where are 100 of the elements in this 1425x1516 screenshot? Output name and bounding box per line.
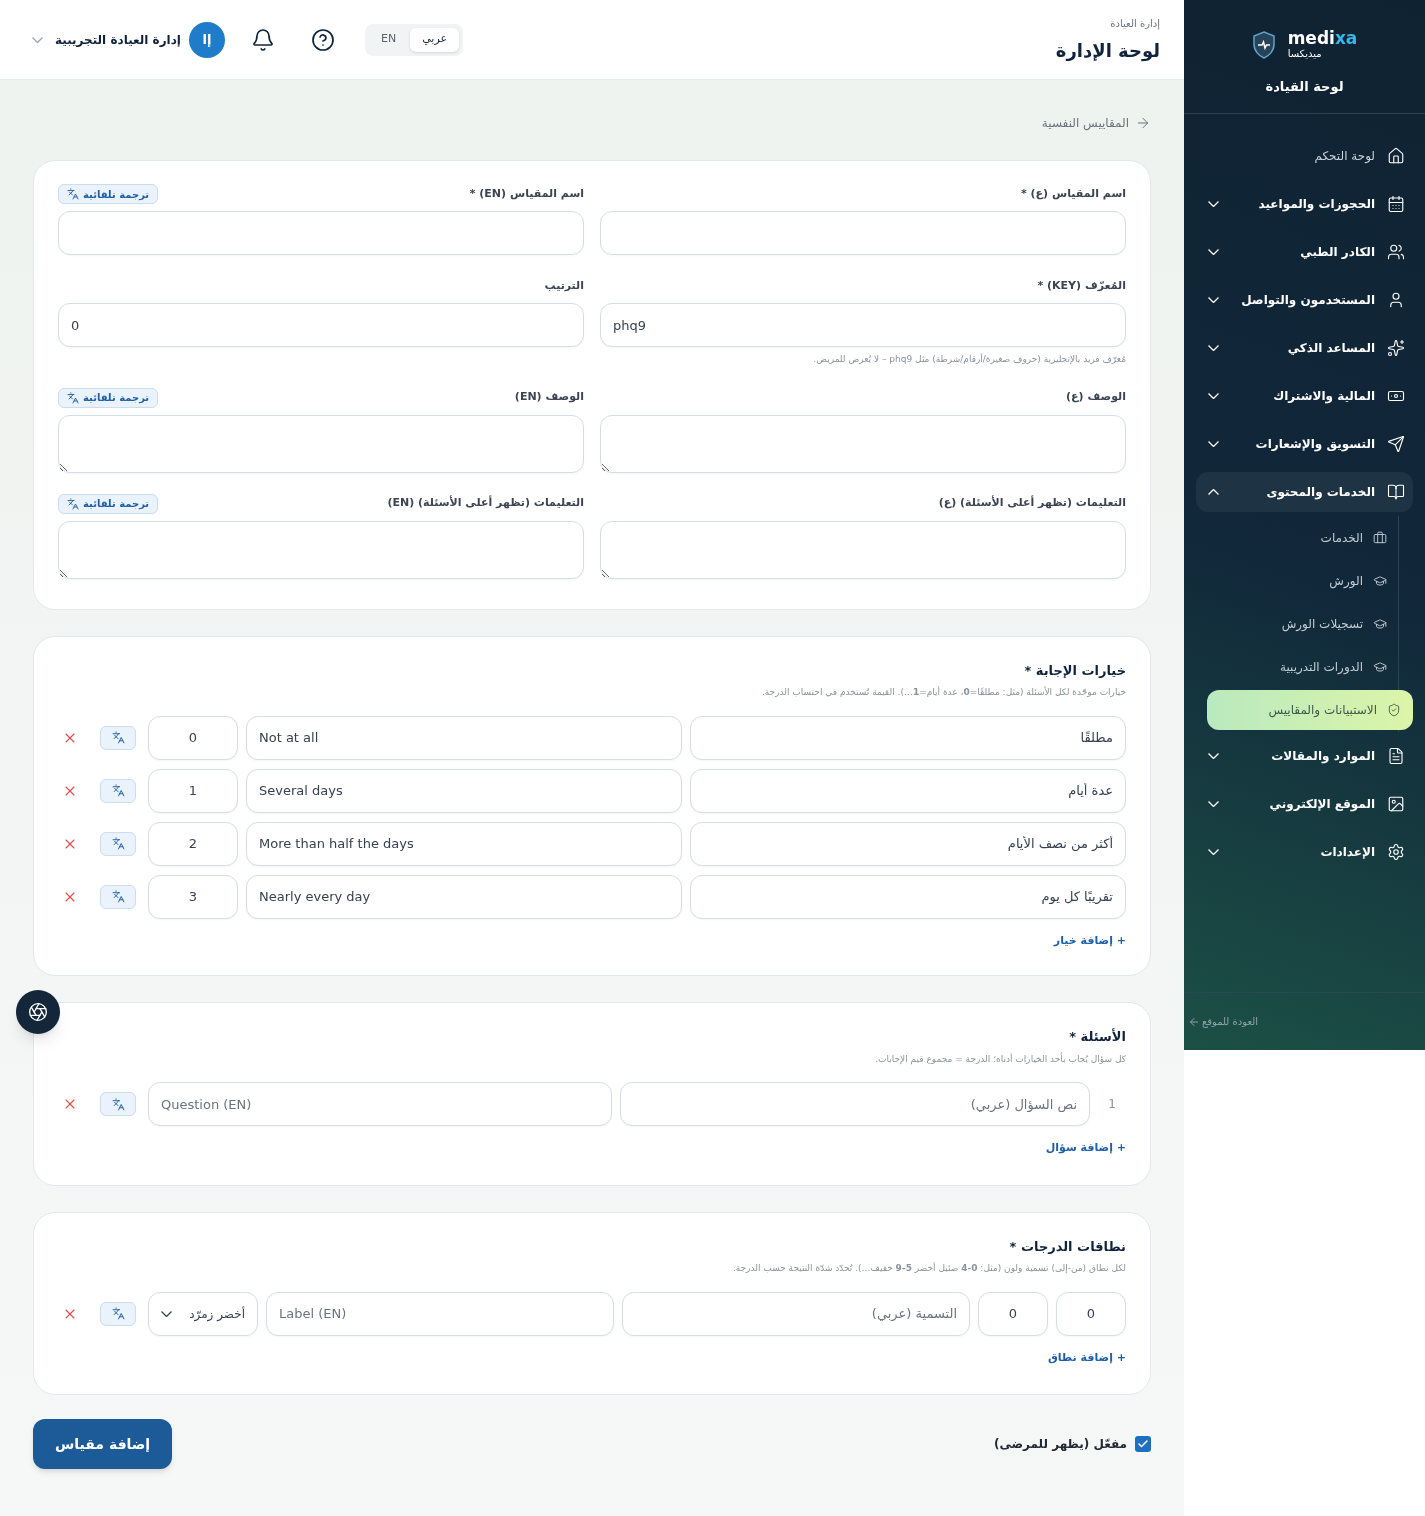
auto-translate-badge[interactable]: ترجمة تلقائية xyxy=(58,184,159,204)
book-icon xyxy=(1387,482,1405,501)
chevron-down-icon xyxy=(1208,200,1219,207)
graduation-cap-icon xyxy=(1373,659,1387,674)
translate-icon xyxy=(111,784,125,797)
translate-button[interactable] xyxy=(100,1092,136,1116)
back-to-site-link[interactable]: العودة للموقع xyxy=(1202,1014,1259,1029)
brand-name-arabic: ميديكسا xyxy=(1287,49,1323,59)
check-icon xyxy=(1137,1438,1149,1450)
chevron-down-icon xyxy=(161,1310,172,1317)
translate-button[interactable] xyxy=(100,1301,136,1326)
sparkles-icon xyxy=(1387,338,1405,357)
field-label: اسم المقياس (EN) * xyxy=(469,185,584,202)
chevron-down-icon xyxy=(1208,848,1219,855)
help-icon[interactable] xyxy=(311,27,335,52)
arrow-icon xyxy=(1188,1015,1200,1028)
submit-button[interactable]: إضافة مقياس xyxy=(33,1419,173,1469)
nav-item[interactable]: المالية والاشتراك xyxy=(1196,375,1413,416)
field-label: الوصف (ع) xyxy=(1066,389,1126,406)
input-field[interactable]: More than half the days xyxy=(246,821,682,866)
nav-item[interactable]: الخدمات والمحتوى xyxy=(1196,471,1413,512)
translate-icon xyxy=(111,731,125,744)
input-field[interactable]: Nearly every day xyxy=(246,874,682,919)
input-field[interactable]: Not at all xyxy=(246,715,682,760)
auto-translate-badge[interactable]: ترجمة تلقائية xyxy=(58,387,159,408)
users-icon xyxy=(1387,242,1405,261)
language-tab[interactable]: EN xyxy=(369,27,409,52)
nav-item[interactable]: الكادر الطبي xyxy=(1196,231,1413,272)
send-icon xyxy=(1387,434,1405,453)
translate-button[interactable] xyxy=(100,778,136,803)
chevron-down-icon xyxy=(1208,248,1219,255)
file-icon xyxy=(1387,746,1405,765)
input-field[interactable]: نص السؤال (عربي) xyxy=(620,1082,1090,1126)
nav-item[interactable]: الموقع الإلكتروني xyxy=(1196,783,1413,824)
value-field[interactable]: 1 xyxy=(148,768,238,813)
back-link[interactable]: المقاييس النفسية xyxy=(1041,114,1129,132)
nav-item[interactable]: الحجوزات والمواعيد xyxy=(1196,183,1413,224)
nav-item[interactable]: الموارد والمقالات xyxy=(1196,735,1413,776)
language-tab[interactable]: عربي xyxy=(410,27,460,52)
user-name[interactable]: إدارة العيادة التجريبية xyxy=(55,30,181,49)
input-field[interactable]: Question (EN) xyxy=(148,1082,612,1126)
nav-subitem[interactable]: تسجيلات الورش xyxy=(1204,603,1399,644)
checkbox[interactable] xyxy=(1135,1436,1151,1452)
translate-button[interactable] xyxy=(100,725,136,750)
field-hint: مُعرّف فريد بالإنجليزية (حروف صغيرة/أرقام/شرطة) مثل phq9 – لا يُعرض للمريض. xyxy=(812,353,1126,367)
nav-subitem[interactable]: الدورات التدريبية xyxy=(1204,646,1399,687)
nav-item[interactable]: المستخدمون والتواصل xyxy=(1196,279,1413,320)
field-label: التعليمات (تظهر أعلى الأسئلة) (EN) xyxy=(387,495,584,512)
nav-subitem[interactable]: الورش xyxy=(1204,560,1399,601)
nav-subitem[interactable]: الاستبيانات والمقاييس xyxy=(1207,689,1413,730)
nav-item[interactable]: الإعدادات xyxy=(1196,831,1413,872)
breadcrumb: إدارة العيادة xyxy=(1109,16,1160,31)
arrow-icon xyxy=(1135,115,1151,131)
nav-item[interactable]: المساعد الذكي xyxy=(1196,327,1413,368)
translate-button[interactable] xyxy=(100,884,136,909)
section-title: نطاقات الدرجات * xyxy=(1008,1237,1126,1256)
settings-icon xyxy=(1387,842,1405,861)
input-field[interactable]: phq9 xyxy=(600,303,1126,347)
value-field[interactable]: 3 xyxy=(148,874,238,919)
color-select[interactable]: أخضر زمرّد xyxy=(148,1291,258,1336)
translate-icon xyxy=(67,188,79,200)
notifications-icon[interactable] xyxy=(251,27,275,52)
translate-icon xyxy=(111,890,125,903)
page-title: لوحة الإدارة xyxy=(1055,38,1160,64)
input-field[interactable] xyxy=(600,211,1126,255)
translate-icon xyxy=(67,391,79,404)
input-field[interactable]: Several days xyxy=(246,768,682,813)
nav-item[interactable]: التسويق والإشعارات xyxy=(1196,423,1413,464)
value-field[interactable]: 0 xyxy=(978,1291,1048,1336)
input-field[interactable]: Label (EN) xyxy=(266,1291,614,1336)
input-field[interactable]: 0 xyxy=(58,303,584,347)
value-field[interactable]: 0 xyxy=(1056,1291,1126,1336)
add-link[interactable]: + إضافة نطاق xyxy=(1047,1349,1126,1366)
shield-check-icon xyxy=(1387,702,1401,717)
field-label: التعليمات (تظهر أعلى الأسئلة) (ع) xyxy=(938,495,1126,512)
user-icon xyxy=(1387,290,1405,309)
input-field[interactable]: تقريبًا كل يوم xyxy=(690,874,1126,919)
input-field[interactable]: مطلقًا xyxy=(690,715,1126,760)
translate-icon xyxy=(67,497,79,510)
avatar[interactable]: إا xyxy=(189,21,225,58)
input-field[interactable] xyxy=(58,211,584,255)
input-field[interactable]: التسمية (عربي) xyxy=(622,1291,970,1336)
question-number: 1 xyxy=(1107,1096,1117,1113)
field-label: الوصف (EN) xyxy=(514,389,584,406)
chevron-down-icon xyxy=(1208,296,1219,303)
value-field[interactable]: 0 xyxy=(148,715,238,760)
chevron-up-icon xyxy=(1208,488,1219,495)
chevron-down-icon xyxy=(32,36,43,43)
chevron-down-icon xyxy=(1208,752,1219,759)
add-link[interactable]: + إضافة سؤال xyxy=(1045,1140,1126,1157)
shield-logo-icon xyxy=(1251,30,1276,59)
chevron-down-icon xyxy=(1208,392,1219,399)
translate-button[interactable] xyxy=(100,831,136,856)
auto-translate-badge[interactable]: ترجمة تلقائية xyxy=(58,493,159,514)
nav-item[interactable]: لوحة التحكم xyxy=(1196,135,1413,176)
value-field[interactable]: 2 xyxy=(148,821,238,866)
calendar-icon xyxy=(1387,194,1405,213)
briefcase-icon xyxy=(1373,530,1387,545)
nav-subitem[interactable]: الخدمات xyxy=(1204,517,1399,558)
add-link[interactable]: + إضافة خيار xyxy=(1053,932,1126,949)
